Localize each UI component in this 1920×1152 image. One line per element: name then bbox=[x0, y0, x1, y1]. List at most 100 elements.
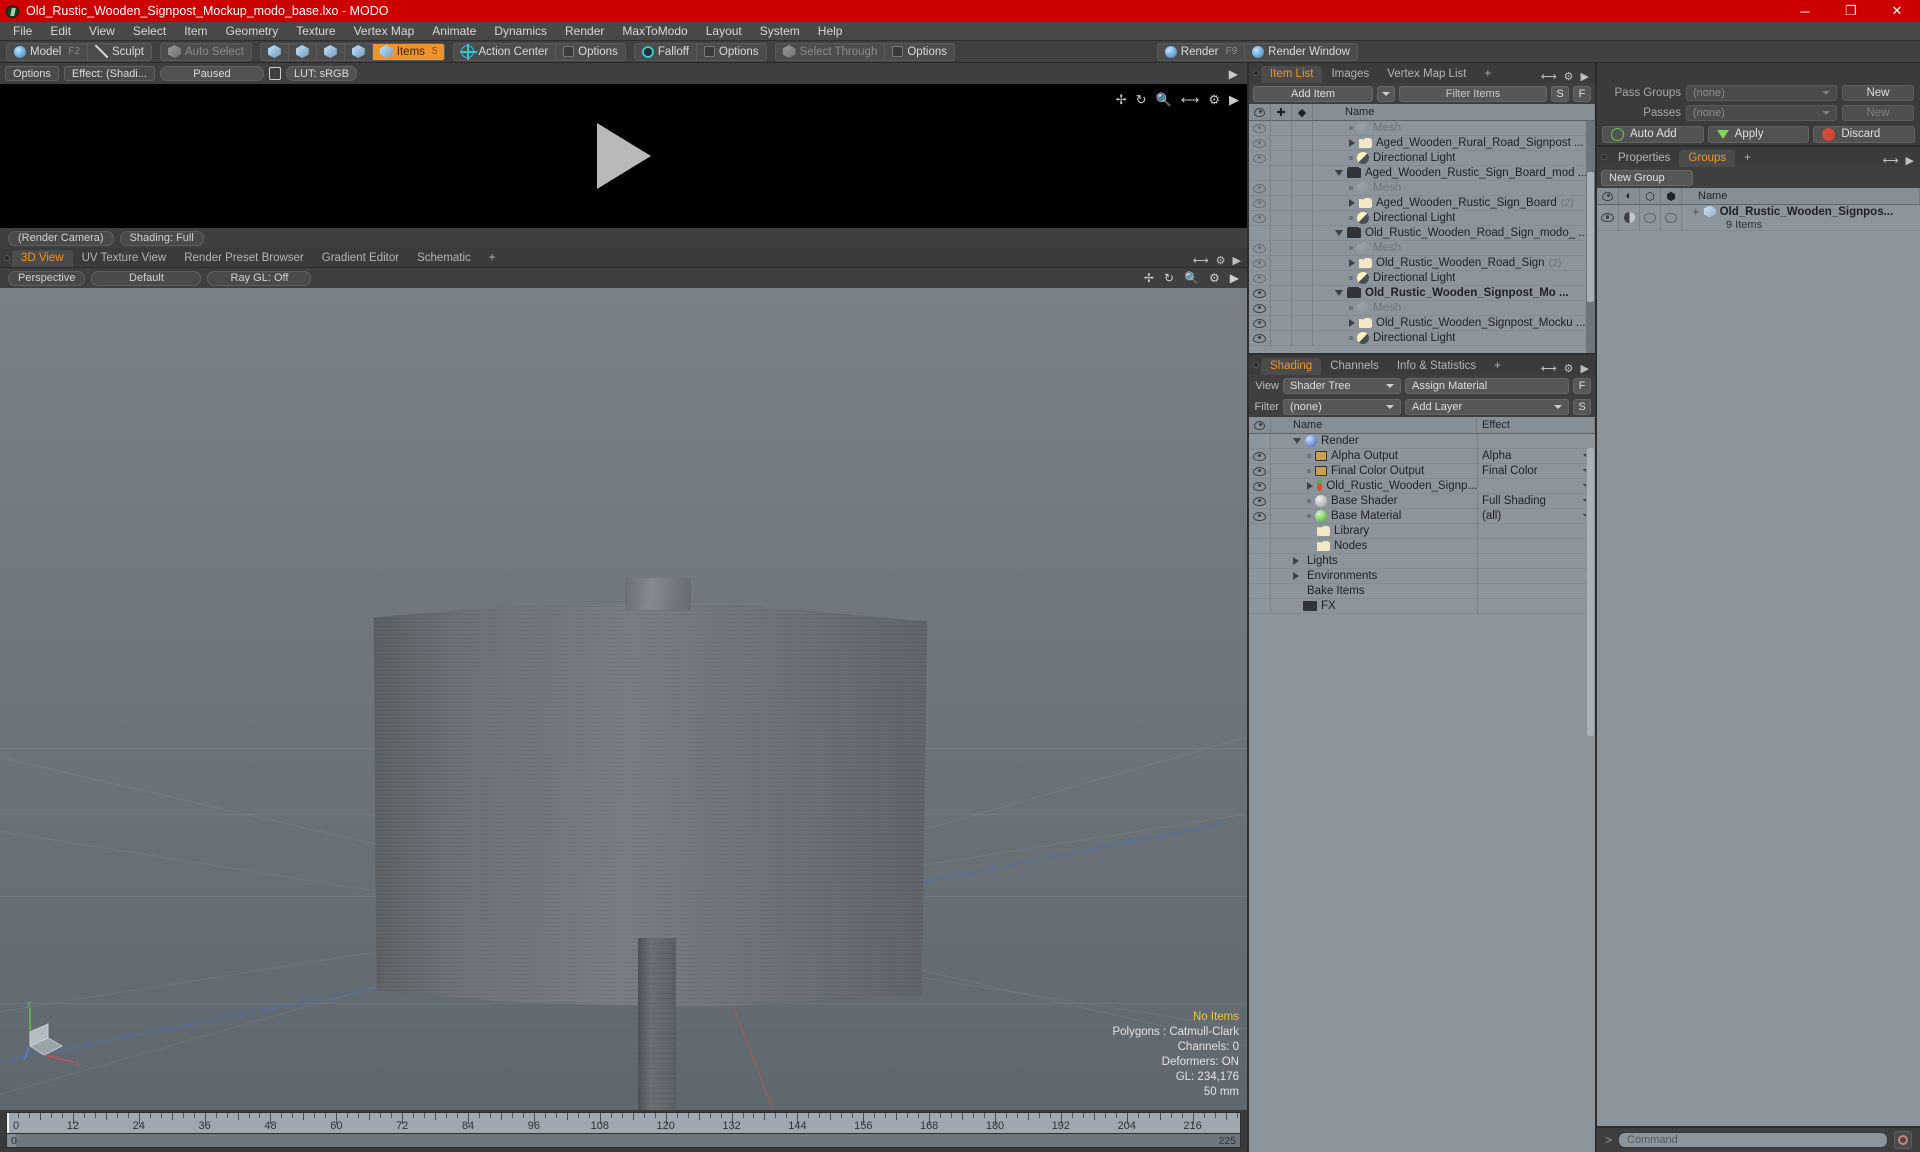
render-button[interactable]: Render F9 bbox=[1158, 43, 1246, 60]
groups-list-body[interactable]: + Old_Rustic_Wooden_Signpos... 9 Items bbox=[1597, 205, 1920, 1126]
row-visibility-toggle[interactable] bbox=[1249, 225, 1271, 241]
render-expand-icon[interactable]: ▶ bbox=[1229, 67, 1238, 81]
row-lock-cell[interactable] bbox=[1271, 225, 1292, 241]
item-list-row[interactable]: Directional Light bbox=[1249, 150, 1595, 166]
shading-row[interactable]: Render bbox=[1249, 434, 1595, 449]
menu-item-item[interactable]: Item bbox=[175, 22, 216, 41]
row-render-cell[interactable] bbox=[1292, 270, 1313, 286]
group-shadow-toggle[interactable] bbox=[1619, 205, 1640, 231]
shading-effect-cell[interactable] bbox=[1477, 434, 1595, 449]
expand-arrow-icon[interactable] bbox=[1307, 482, 1313, 490]
visibility-toggle-icon[interactable] bbox=[1253, 153, 1266, 163]
gear-icon[interactable]: ⚙ bbox=[1564, 70, 1574, 83]
row-visibility-toggle[interactable] bbox=[1249, 300, 1271, 316]
viewport-projection-button[interactable]: Perspective bbox=[8, 270, 86, 286]
shading-row[interactable]: Library bbox=[1249, 523, 1595, 539]
edge-mode-button[interactable] bbox=[289, 43, 317, 60]
item-list-row[interactable]: Old_Rustic_Wooden_Road_Sign (2) bbox=[1249, 255, 1595, 271]
falloff-options-button[interactable]: Options bbox=[697, 44, 766, 60]
tab-images[interactable]: Images bbox=[1322, 66, 1378, 83]
item-list-row[interactable]: Directional Light bbox=[1249, 330, 1595, 346]
add-item-dropdown[interactable] bbox=[1377, 85, 1395, 102]
row-render-cell[interactable] bbox=[1292, 210, 1313, 226]
row-visibility-toggle[interactable] bbox=[1249, 135, 1271, 151]
row-render-cell[interactable] bbox=[1292, 285, 1313, 301]
expand-arrow-icon[interactable] bbox=[1349, 319, 1355, 327]
visibility-toggle-icon[interactable] bbox=[1253, 198, 1266, 208]
group-wireframe-toggle[interactable] bbox=[1640, 205, 1661, 231]
more-icon[interactable]: ▶ bbox=[1906, 154, 1914, 167]
tab-vertex-map-list[interactable]: Vertex Map List bbox=[1378, 66, 1475, 83]
more-icon[interactable]: ▶ bbox=[1230, 271, 1239, 285]
render-shading-button[interactable]: Shading: Full bbox=[119, 230, 204, 246]
shading-effect-cell[interactable] bbox=[1477, 523, 1595, 539]
item-list-row[interactable]: Aged_Wooden_Rustic_Sign_Board_mod ... bbox=[1249, 165, 1595, 181]
row-lock-cell[interactable] bbox=[1271, 240, 1292, 256]
panel-menu-dot-icon[interactable] bbox=[1601, 154, 1607, 160]
pass-groups-new-button[interactable]: New bbox=[1842, 85, 1914, 101]
render-lut-button[interactable]: LUT: sRGB bbox=[285, 66, 357, 81]
menu-item-system[interactable]: System bbox=[751, 22, 809, 41]
shading-s-button[interactable]: S bbox=[1573, 398, 1591, 415]
shadow-column-header[interactable]: ◐ bbox=[1619, 188, 1640, 204]
shading-effect-cell[interactable]: Alpha bbox=[1477, 448, 1595, 464]
tab-gradient-editor[interactable]: Gradient Editor bbox=[313, 250, 408, 267]
visibility-toggle-icon[interactable] bbox=[1253, 496, 1266, 506]
row-visibility-toggle[interactable] bbox=[1249, 315, 1271, 331]
row-lock-cell[interactable] bbox=[1271, 150, 1292, 166]
menu-item-texture[interactable]: Texture bbox=[287, 22, 344, 41]
shading-effect-cell[interactable]: Full Shading bbox=[1477, 493, 1595, 509]
wireframe-column-header[interactable]: ⬡ bbox=[1640, 188, 1661, 204]
row-visibility-toggle[interactable] bbox=[1249, 523, 1271, 539]
visibility-column-header[interactable] bbox=[1597, 188, 1619, 204]
render-paused-button[interactable]: Paused bbox=[159, 66, 264, 81]
maximize-button[interactable]: ❐ bbox=[1828, 0, 1874, 22]
render-camera-button[interactable]: (Render Camera) bbox=[8, 230, 114, 246]
tab-add-panel[interactable]: + bbox=[1475, 66, 1500, 83]
row-lock-cell[interactable] bbox=[1271, 180, 1292, 196]
menu-item-vertexmap[interactable]: Vertex Map bbox=[345, 22, 424, 41]
visibility-toggle-icon[interactable] bbox=[1253, 481, 1266, 491]
row-visibility-toggle[interactable] bbox=[1249, 330, 1271, 346]
row-lock-cell[interactable] bbox=[1271, 121, 1292, 136]
expand-arrow-icon[interactable] bbox=[1293, 572, 1299, 580]
shading-row[interactable]: Base Shader Full Shading bbox=[1249, 493, 1595, 509]
shading-f-button[interactable]: F bbox=[1573, 377, 1591, 394]
select-through-button[interactable]: Select Through bbox=[776, 43, 886, 60]
row-lock-cell[interactable] bbox=[1271, 195, 1292, 211]
row-visibility-toggle[interactable] bbox=[1249, 508, 1271, 524]
new-group-button[interactable]: New Group bbox=[1601, 169, 1693, 186]
row-visibility-toggle[interactable] bbox=[1249, 121, 1271, 136]
menu-item-edit[interactable]: Edit bbox=[41, 22, 80, 41]
tab-channels[interactable]: Channels bbox=[1321, 358, 1388, 375]
expand-arrow-icon[interactable] bbox=[1349, 199, 1355, 207]
visibility-toggle-icon[interactable] bbox=[1253, 138, 1266, 148]
timeline-playhead[interactable] bbox=[7, 1113, 9, 1133]
row-render-cell[interactable] bbox=[1292, 330, 1313, 346]
gear-icon[interactable]: ⚙ bbox=[1216, 254, 1226, 267]
command-input[interactable]: Command bbox=[1618, 1132, 1888, 1148]
menu-item-render[interactable]: Render bbox=[556, 22, 613, 41]
shading-list-scrollbar[interactable] bbox=[1586, 434, 1595, 1152]
vertex-mode-button[interactable] bbox=[261, 43, 289, 60]
tab-schematic[interactable]: Schematic bbox=[408, 250, 480, 267]
row-visibility-toggle[interactable] bbox=[1249, 210, 1271, 226]
group-render-toggle[interactable] bbox=[1661, 205, 1682, 231]
shading-effect-cell[interactable] bbox=[1477, 553, 1595, 569]
row-render-cell[interactable] bbox=[1292, 225, 1313, 241]
visibility-toggle-icon[interactable] bbox=[1253, 213, 1266, 223]
shading-effect-cell[interactable] bbox=[1477, 583, 1595, 599]
item-list-row[interactable]: Aged_Wooden_Rustic_Sign_Board (2) bbox=[1249, 195, 1595, 211]
row-visibility-toggle[interactable] bbox=[1249, 448, 1271, 464]
row-render-cell[interactable] bbox=[1292, 135, 1313, 151]
menu-item-dynamics[interactable]: Dynamics bbox=[485, 22, 556, 41]
row-render-cell[interactable] bbox=[1292, 195, 1313, 211]
expand-arrow-icon[interactable] bbox=[1349, 259, 1355, 267]
row-render-cell[interactable] bbox=[1292, 240, 1313, 256]
auto-select-button[interactable]: Auto Select bbox=[161, 44, 251, 60]
tab-shading[interactable]: Shading bbox=[1261, 358, 1322, 375]
visibility-toggle-icon[interactable] bbox=[1253, 243, 1266, 253]
falloff-button[interactable]: Falloff bbox=[635, 43, 697, 60]
add-item-button[interactable]: Add Item bbox=[1253, 85, 1373, 102]
row-lock-cell[interactable] bbox=[1271, 300, 1292, 316]
